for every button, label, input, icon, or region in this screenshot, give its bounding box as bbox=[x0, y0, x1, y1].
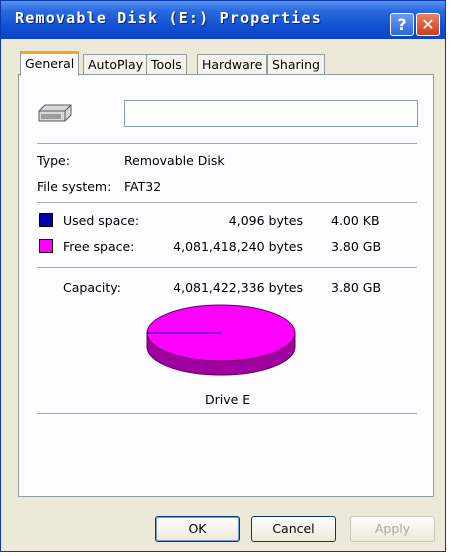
title-bar[interactable]: Removable Disk (E:) Properties ? ✕ bbox=[1, 1, 445, 39]
apply-button[interactable]: Apply bbox=[350, 516, 435, 542]
free-space-size: 3.80 GB bbox=[331, 239, 382, 254]
tab-general[interactable]: General bbox=[20, 51, 80, 76]
drive-name-field[interactable] bbox=[124, 100, 418, 127]
separator bbox=[37, 143, 417, 144]
ok-button[interactable]: OK bbox=[155, 516, 240, 542]
tab-hardware[interactable]: Hardware bbox=[197, 54, 268, 74]
free-space-swatch bbox=[39, 239, 53, 253]
used-space-label: Used space: bbox=[63, 213, 140, 228]
capacity-size: 3.80 GB bbox=[331, 280, 382, 295]
free-space-label: Free space: bbox=[63, 239, 135, 254]
separator bbox=[37, 202, 417, 203]
type-value: Removable Disk bbox=[124, 153, 225, 168]
close-button[interactable]: ✕ bbox=[416, 13, 440, 36]
tab-sharing[interactable]: Sharing bbox=[267, 54, 325, 74]
removable-disk-icon bbox=[38, 104, 72, 122]
properties-window: Removable Disk (E:) Properties ? ✕ Gener… bbox=[0, 0, 446, 552]
type-label: Type: bbox=[37, 153, 70, 168]
free-space-bytes: 4,081,418,240 bytes bbox=[173, 239, 303, 254]
used-space-bytes: 4,096 bytes bbox=[228, 213, 303, 228]
filesystem-value: FAT32 bbox=[124, 179, 162, 194]
drive-caption: Drive E bbox=[205, 392, 251, 407]
used-space-swatch bbox=[39, 213, 53, 227]
filesystem-label: File system: bbox=[37, 179, 112, 194]
tab-tools[interactable]: Tools bbox=[146, 54, 187, 74]
window-title: Removable Disk (E:) Properties bbox=[15, 9, 322, 27]
used-space-size: 4.00 KB bbox=[331, 213, 380, 228]
tab-autoplay[interactable]: AutoPlay bbox=[83, 54, 149, 74]
separator bbox=[37, 267, 417, 268]
separator bbox=[37, 413, 417, 414]
disk-usage-pie bbox=[146, 304, 296, 376]
capacity-label: Capacity: bbox=[63, 280, 121, 295]
capacity-bytes: 4,081,422,336 bytes bbox=[173, 280, 303, 295]
cancel-button[interactable]: Cancel bbox=[251, 516, 336, 542]
help-button[interactable]: ? bbox=[390, 13, 414, 36]
